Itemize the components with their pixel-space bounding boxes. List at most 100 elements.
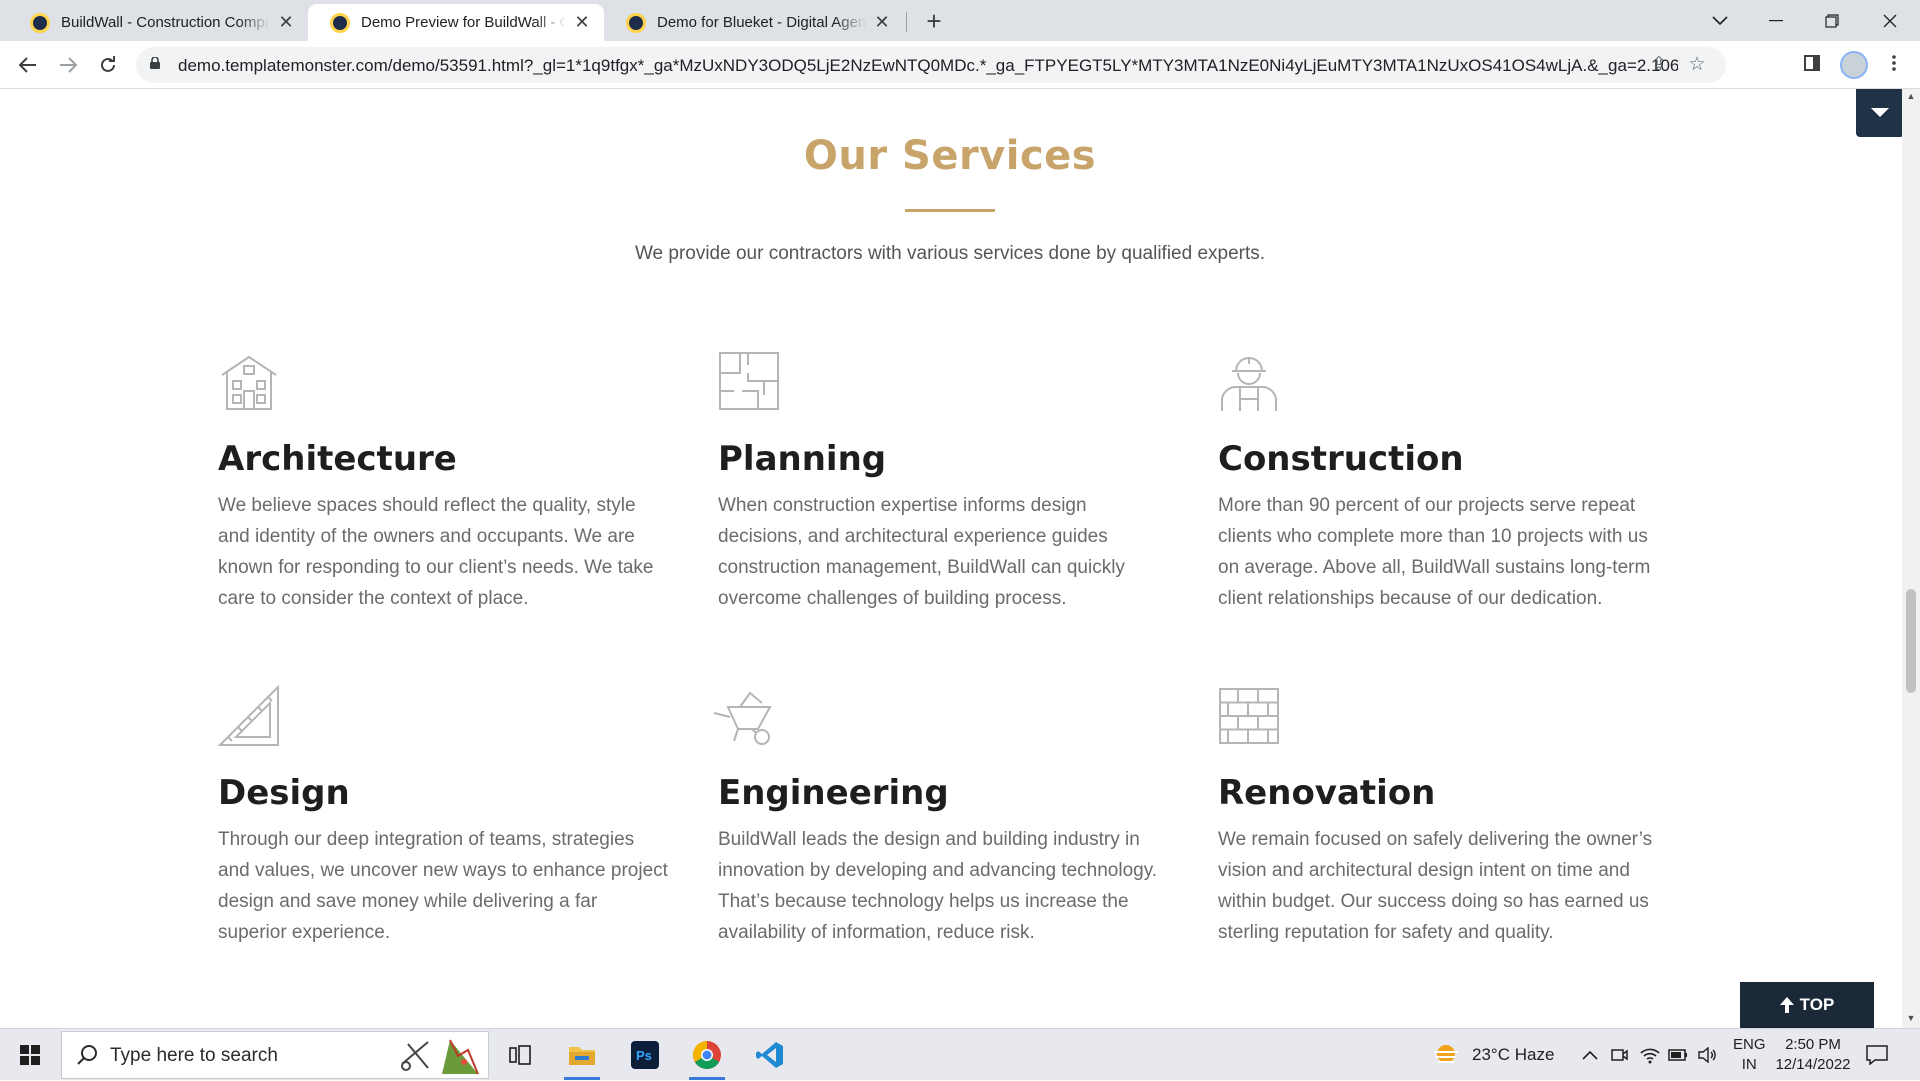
share-icon[interactable]: ⇪	[1648, 54, 1670, 76]
chrome-icon	[693, 1041, 721, 1069]
forward-button[interactable]	[52, 49, 84, 81]
meet-now-icon	[1611, 1049, 1628, 1061]
chrome-button[interactable]	[685, 1033, 729, 1080]
task-view-button[interactable]	[498, 1033, 542, 1077]
taskbar-search[interactable]: Type here to search	[61, 1031, 489, 1079]
photoshop-button[interactable]: Ps	[623, 1033, 667, 1077]
tab-demo-preview[interactable]: Demo Preview for BuildWall - Constructio…	[308, 4, 604, 41]
close-icon[interactable]: ✕	[872, 12, 892, 33]
back-to-top-button[interactable]: TOP	[1740, 982, 1874, 1028]
speaker-icon	[1698, 1047, 1716, 1063]
windows-logo-icon	[20, 1045, 40, 1065]
close-icon[interactable]: ✕	[572, 12, 592, 33]
clock-date: 12/14/2022	[1775, 1056, 1851, 1073]
folder-icon	[569, 1047, 595, 1065]
vscode-icon	[756, 1042, 783, 1068]
close-window-button[interactable]	[1862, 0, 1918, 41]
show-hidden-icons-button[interactable]	[1582, 1029, 1598, 1081]
url-text[interactable]: demo.templatemonster.com/demo/53591.html…	[178, 56, 1678, 76]
scroll-thumb[interactable]	[1906, 589, 1916, 693]
svg-text:Ps: Ps	[636, 1048, 652, 1063]
tab-title: Demo Preview for BuildWall - Constructio…	[361, 14, 566, 31]
tab-title: Demo for Blueket - Digital Agency	[657, 14, 866, 31]
minimize-icon	[1769, 19, 1783, 21]
house-icon	[221, 355, 277, 410]
service-title: Renovation	[1218, 773, 1436, 813]
tab-buildwall[interactable]: BuildWall - Construction Company ✕	[8, 4, 308, 41]
volume-tray[interactable]	[1698, 1029, 1718, 1081]
page-scrollbar[interactable]: ▲ ▼	[1902, 89, 1920, 1028]
network-tray[interactable]	[1640, 1029, 1660, 1081]
back-button[interactable]	[12, 49, 44, 81]
brick-wall-icon	[1219, 688, 1279, 744]
menu-button[interactable]	[1882, 53, 1906, 77]
service-title: Planning	[718, 439, 887, 479]
reload-button[interactable]	[92, 49, 124, 81]
search-icon	[77, 1045, 97, 1065]
minimize-button[interactable]	[1748, 0, 1804, 41]
browser-tab-strip: BuildWall - Construction Company ✕ Demo …	[0, 0, 1920, 41]
battery-tray[interactable]	[1668, 1029, 1688, 1081]
templatemonster-favicon-icon	[626, 12, 646, 33]
chevron-up-icon	[1582, 1050, 1598, 1060]
service-description: BuildWall leads the design and building …	[718, 829, 1158, 943]
floor-plan-icon	[719, 352, 779, 410]
service-description: We remain focused on safely delivering t…	[1218, 829, 1653, 943]
service-description: We believe spaces should reflect the qua…	[218, 495, 654, 609]
service-construction: Construction More than 90 percent of our…	[1218, 351, 1668, 609]
ruler-triangle-icon	[218, 685, 279, 746]
tab-blueket[interactable]: Demo for Blueket - Digital Agency ✕	[604, 4, 904, 41]
demo-panel-toggle[interactable]	[1856, 89, 1902, 137]
vscode-button[interactable]	[748, 1033, 792, 1077]
region-code: IN	[1741, 1056, 1757, 1073]
side-panel-button[interactable]	[1800, 53, 1824, 77]
section-title: Our Services	[803, 133, 1097, 179]
service-title: Architecture	[218, 439, 457, 479]
photoshop-icon: Ps	[631, 1041, 659, 1069]
restore-button[interactable]	[1804, 0, 1860, 41]
scroll-down-arrow-icon[interactable]: ▼	[1906, 1013, 1916, 1023]
clock[interactable]: 2:50 PM 12/14/2022	[1774, 1029, 1852, 1081]
close-icon[interactable]: ✕	[276, 12, 296, 33]
notification-icon	[1866, 1045, 1888, 1065]
language-code: ENG	[1733, 1036, 1766, 1053]
service-title: Design	[218, 773, 350, 813]
search-highlight-illustration-icon	[401, 1039, 479, 1075]
start-button[interactable]	[0, 1029, 60, 1081]
scroll-up-arrow-icon[interactable]: ▲	[1906, 91, 1916, 101]
worker-icon	[1221, 357, 1277, 411]
browser-toolbar: demo.templatemonster.com/demo/53591.html…	[0, 41, 1920, 89]
lock-icon[interactable]	[150, 57, 160, 69]
address-bar[interactable]: demo.templatemonster.com/demo/53591.html…	[136, 47, 1726, 83]
profile-avatar[interactable]	[1840, 51, 1868, 79]
restore-icon	[1825, 13, 1839, 28]
templatemonster-favicon-icon	[330, 12, 350, 33]
service-design: Design Through our deep integration of t…	[218, 685, 668, 943]
meet-now-tray[interactable]	[1610, 1029, 1628, 1081]
top-button-label: TOP	[1799, 995, 1835, 1014]
weather-text: 23°C Haze	[1472, 1045, 1555, 1064]
templatemonster-favicon-icon	[30, 12, 50, 33]
bookmark-star-icon[interactable]: ☆	[1686, 54, 1708, 76]
arrow-left-icon	[19, 57, 36, 73]
arrow-up-icon	[1779, 997, 1794, 1013]
reload-icon	[101, 56, 115, 72]
clock-time: 2:50 PM	[1785, 1036, 1841, 1053]
file-explorer-button[interactable]	[560, 1033, 604, 1080]
service-engineering: Engineering BuildWall leads the design a…	[713, 685, 1168, 943]
service-renovation: Renovation We remain focused on safely d…	[1218, 685, 1668, 943]
new-tab-button[interactable]: +	[920, 8, 948, 36]
page-viewport: Our Services We provide our contractors …	[0, 89, 1902, 1028]
caret-down-icon	[1871, 108, 1889, 117]
haze-sun-icon	[1434, 1045, 1458, 1063]
service-description: Through our deep integration of teams, s…	[218, 829, 668, 943]
language-indicator[interactable]: ENG IN	[1733, 1029, 1766, 1081]
task-view-icon	[509, 1045, 531, 1065]
section-subtitle: We provide our contractors with various …	[634, 243, 1266, 264]
tab-divider	[906, 12, 907, 32]
tab-search-button[interactable]	[1692, 0, 1748, 41]
tab-title: BuildWall - Construction Company	[61, 14, 270, 31]
notification-center-button[interactable]	[1866, 1029, 1888, 1081]
title-underline	[905, 209, 995, 212]
weather-widget[interactable]: 23°C Haze	[1432, 1029, 1554, 1081]
